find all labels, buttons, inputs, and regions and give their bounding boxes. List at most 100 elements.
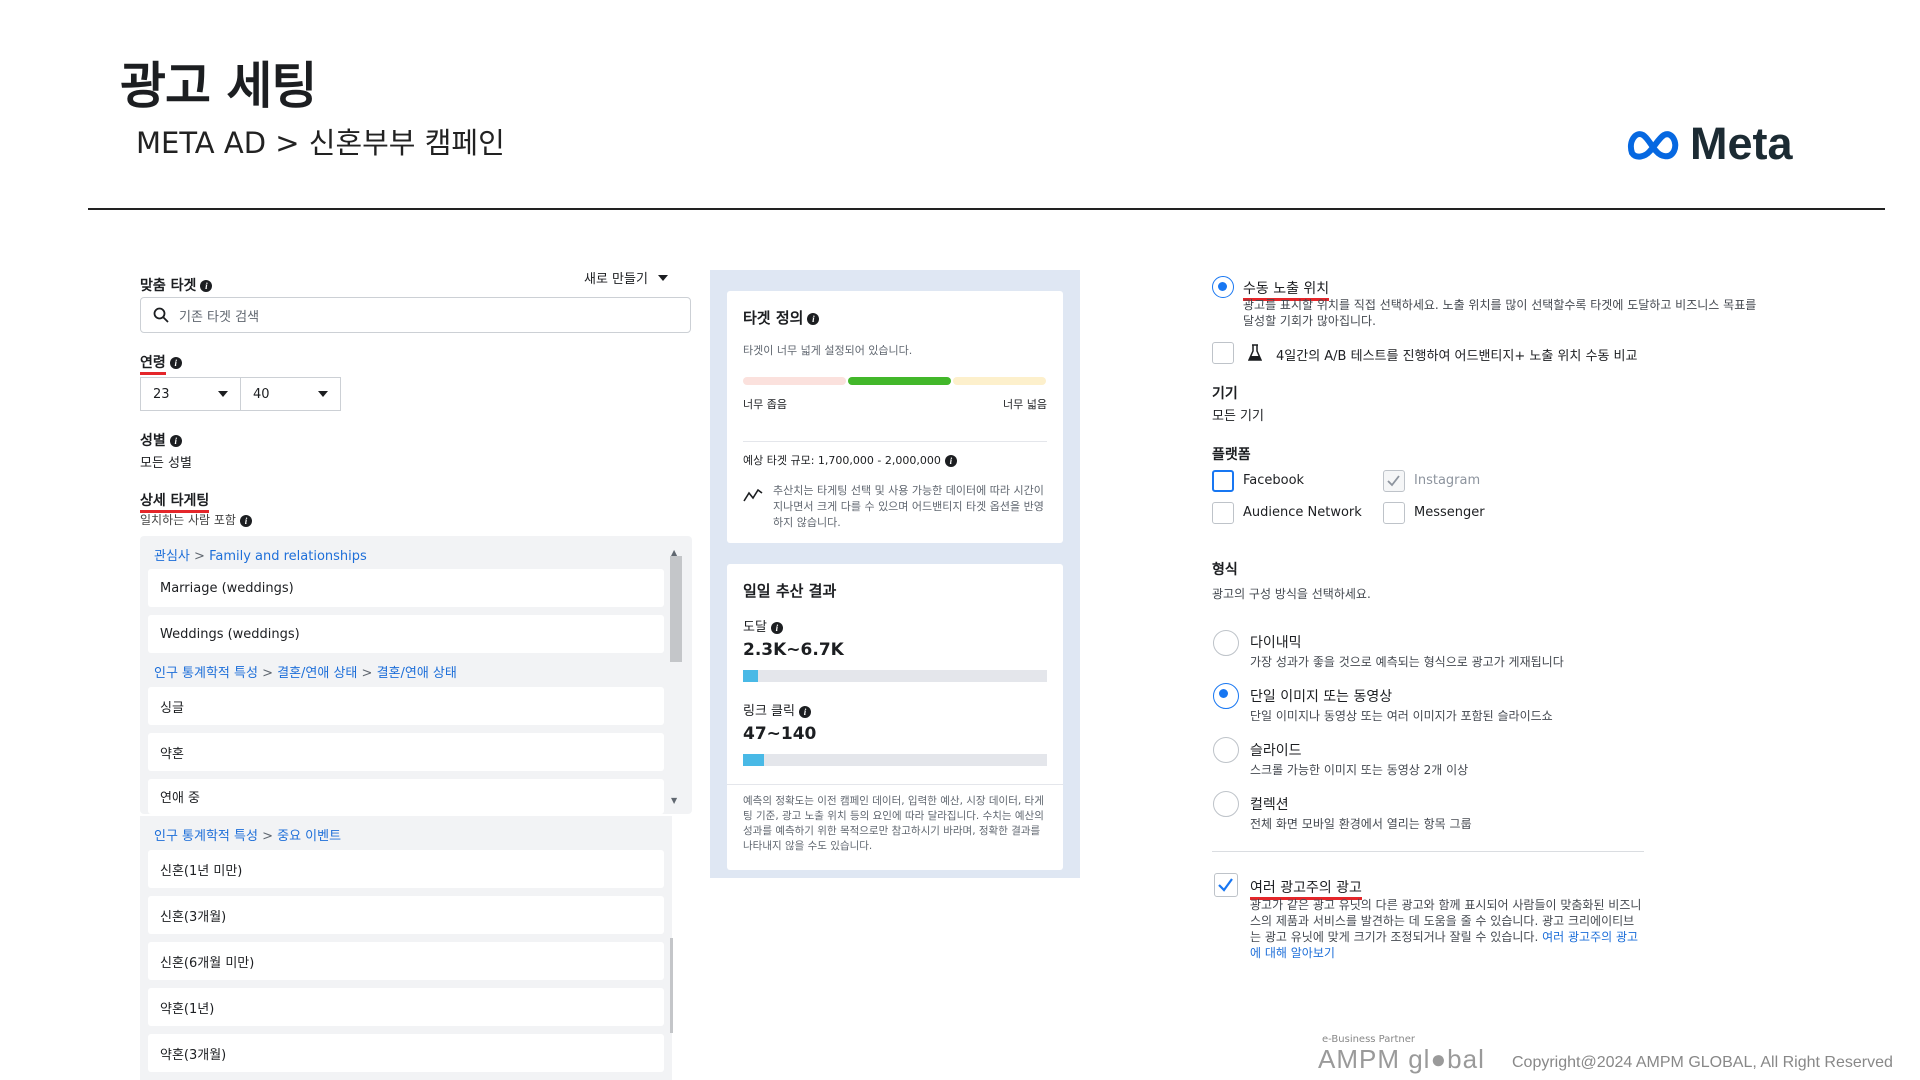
facebook-label: Facebook [1243, 473, 1305, 488]
format-dynamic-title: 다이내믹 [1250, 635, 1302, 651]
meta-logo-text: Meta [1690, 118, 1793, 169]
format-single-radio[interactable] [1213, 683, 1239, 709]
info-icon: i [807, 312, 820, 325]
crumb-demographics[interactable]: 인구 통계학적 특성 [154, 829, 258, 844]
reach-value: 2.3K~6.7K [743, 640, 844, 660]
format-collection-radio[interactable] [1213, 791, 1239, 817]
format-label: 형식 [1212, 562, 1238, 578]
gender-label: 성별 i [140, 430, 182, 450]
format-dynamic-desc: 가장 성과가 좋을 것으로 예측되는 형식으로 광고가 게재됩니다 [1250, 655, 1564, 669]
multi-advertiser-desc: 광고가 같은 광고 유닛의 다른 광고와 함께 표시되어 사람들이 맞춤화된 비… [1250, 897, 1642, 961]
gauge-narrow [743, 377, 846, 385]
divider [743, 441, 1047, 442]
format-carousel-title: 슬라이드 [1250, 743, 1302, 759]
list-item[interactable]: 싱글 [148, 687, 664, 725]
trend-icon [743, 488, 763, 502]
messenger-label: Messenger [1414, 505, 1485, 520]
copyright: Copyright@2024 AMPM GLOBAL, All Right Re… [1512, 1054, 1893, 1071]
list-item[interactable]: 신혼(6개월 미만) [148, 942, 664, 980]
list-item[interactable]: 약혼(1년) [148, 988, 664, 1026]
life-events-list: 인구 통계학적 특성 > 중요 이벤트 신혼(1년 미만) 신혼(3개월) 신혼… [140, 816, 672, 1080]
audience-network-label: Audience Network [1243, 505, 1362, 520]
info-icon: i [770, 621, 783, 634]
messenger-checkbox[interactable] [1383, 502, 1405, 524]
manual-placement-radio[interactable] [1212, 276, 1234, 298]
gauge-broad [953, 377, 1046, 385]
link-clicks-meter-fill [743, 754, 765, 766]
multi-advertiser-checkbox[interactable] [1214, 873, 1238, 897]
age-max-value: 40 [253, 386, 270, 402]
list-item[interactable]: Marriage (weddings) [148, 569, 664, 607]
format-collection-desc: 전체 화면 모바일 환경에서 열리는 항목 그룹 [1250, 817, 1472, 831]
audience-definition-message: 타겟이 너무 넓게 설정되어 있습니다. [743, 344, 913, 357]
age-max-select[interactable]: 40 [240, 377, 341, 411]
crumb-relationship[interactable]: 결혼/연애 상태 [277, 666, 357, 681]
manual-placement-desc: 광고를 표시할 위치를 직접 선택하세요. 노출 위치를 많이 선택할수록 타겟… [1243, 298, 1757, 328]
device-label: 기기 [1212, 386, 1238, 402]
targeting-list: 관심사 > Family and relationships Marriage … [140, 536, 692, 814]
info-icon: i [798, 705, 811, 718]
crumb-demographics[interactable]: 인구 통계학적 특성 [154, 666, 258, 681]
format-collection-title: 컬렉션 [1250, 797, 1289, 813]
daily-results-card: 일일 추산 결과 도달 i 2.3K~6.7K 링크 클릭 i 47~140 예측의… [727, 564, 1063, 870]
age-min-select[interactable]: 23 [140, 377, 241, 411]
format-carousel-radio[interactable] [1213, 737, 1239, 763]
create-new-dropdown[interactable]: 새로 만들기 [584, 268, 668, 287]
gauge-good [848, 377, 951, 385]
facebook-checkbox[interactable] [1212, 470, 1234, 492]
list-item[interactable]: Weddings (weddings) [148, 615, 664, 653]
include-text: 일치하는 사람 포함 [140, 513, 236, 527]
check-icon [1387, 475, 1400, 487]
reach-text: 도달 [743, 620, 767, 635]
device-value: 모든 기기 [1212, 409, 1264, 424]
scrollbar[interactable] [670, 556, 682, 662]
link-clicks-meter [743, 754, 1047, 766]
age-text: 연령 [140, 355, 166, 375]
list-item[interactable]: 신혼(1년 미만) [148, 850, 664, 888]
gender-value: 모든 성별 [140, 456, 192, 471]
manual-placement-title: 수동 노출 위치 [1243, 278, 1330, 301]
audience-search-input[interactable]: 기존 타겟 검색 [140, 297, 691, 333]
search-icon [153, 307, 169, 323]
breadcrumb: META AD > 신혼부부 캠페인 [136, 126, 505, 160]
list-item[interactable]: 연애 중 [148, 779, 664, 814]
info-icon: i [169, 435, 182, 447]
link-clicks-text: 링크 클릭 [743, 704, 795, 719]
ampm-global-logo: AMPM gl●bal [1318, 1044, 1485, 1074]
breadcrumb-life-events: 인구 통계학적 특성 > 중요 이벤트 [154, 829, 342, 844]
crumb-interests[interactable]: 관심사 [154, 549, 190, 564]
audience-definition-title: 타겟 정의 i [743, 307, 820, 328]
detailed-targeting-label: 상세 타게팅 [140, 490, 210, 513]
gauge-broad-label: 너무 넓음 [1003, 398, 1047, 411]
format-single-title: 단일 이미지 또는 동영상 [1250, 689, 1393, 705]
link-clicks-value: 47~140 [743, 724, 817, 744]
format-single-desc: 단일 이미지나 동영상 또는 여러 이미지가 포함된 슬라이드쇼 [1250, 709, 1553, 723]
scroll-down-icon[interactable]: ▼ [671, 796, 677, 805]
audience-network-checkbox[interactable] [1212, 502, 1234, 524]
link-clicks-label: 링크 클릭 i [743, 700, 811, 719]
list-item[interactable]: 약혼(3개월) [148, 1034, 664, 1072]
check-icon [1218, 878, 1233, 892]
gender-text: 성별 [140, 433, 166, 449]
gauge-narrow-label: 너무 좁음 [743, 398, 787, 411]
crumb-family[interactable]: Family and relationships [209, 549, 367, 564]
crumb-relationship-status[interactable]: 결혼/연애 상태 [377, 666, 457, 681]
chevron-down-icon [318, 391, 328, 397]
custom-audience-text: 맞춤 타겟 [140, 278, 197, 294]
page-title: 광고 세팅 [120, 57, 317, 115]
instagram-checkbox[interactable] [1383, 470, 1405, 492]
ab-test-checkbox[interactable] [1212, 342, 1234, 364]
reach-label: 도달 i [743, 616, 783, 635]
flask-icon [1248, 344, 1262, 361]
accuracy-note: 예측의 정확도는 이전 캠페인 데이터, 입력한 예산, 시장 데이터, 타게팅… [743, 795, 1044, 852]
scrollbar[interactable] [670, 938, 673, 1033]
list-item[interactable]: 신혼(3개월) [148, 896, 664, 934]
format-carousel-desc: 스크롤 가능한 이미지 또는 동영상 2개 이상 [1250, 763, 1469, 777]
info-icon: i [239, 514, 252, 527]
format-dynamic-radio[interactable] [1213, 630, 1239, 656]
info-icon: i [169, 357, 182, 369]
list-item[interactable]: 약혼 [148, 733, 664, 771]
platform-label: 플랫폼 [1212, 447, 1251, 463]
audience-summary-panel: 타겟 정의 i 타겟이 너무 넓게 설정되어 있습니다. 너무 좁음 너무 넓음 … [710, 270, 1080, 878]
crumb-life-events[interactable]: 중요 이벤트 [277, 829, 341, 844]
